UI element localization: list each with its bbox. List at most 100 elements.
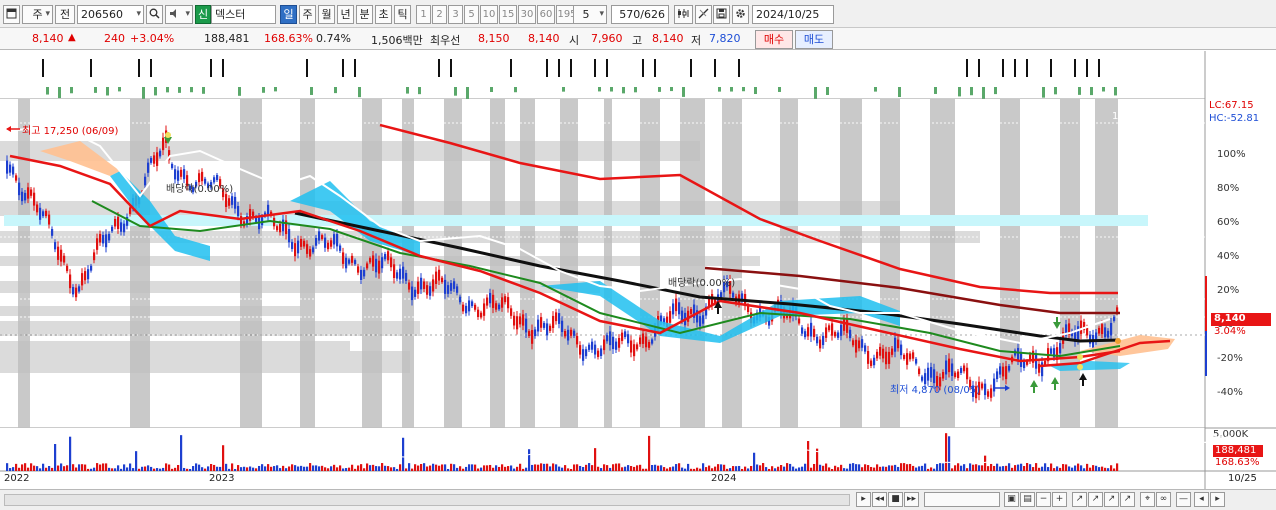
interval-tab[interactable]: 60 <box>537 5 555 24</box>
toolbar: 주 전 206560 신 덱스터 일주월년분초틱 123510153060195… <box>0 0 1276 28</box>
candle <box>462 304 465 312</box>
volume-bar <box>339 465 342 471</box>
candle <box>669 311 672 323</box>
candle <box>831 323 834 336</box>
link-icon[interactable]: ∞ <box>1156 492 1171 507</box>
candle <box>153 155 156 164</box>
collapse-icon[interactable]: — <box>1176 492 1191 507</box>
volume-bar <box>432 463 435 471</box>
candle <box>180 169 183 177</box>
scroll-left-icon[interactable]: ◂ <box>1194 492 1209 507</box>
horizontal-scrollbar[interactable] <box>4 494 850 506</box>
candle <box>675 298 678 312</box>
stock-code-input[interactable]: 206560 <box>77 5 144 24</box>
sound-icon[interactable] <box>165 5 193 24</box>
interval-tab[interactable]: 5 <box>464 5 479 24</box>
volume-bar <box>945 433 948 471</box>
search-icon[interactable] <box>146 5 163 24</box>
scroll-right-icon[interactable]: ▸ <box>856 492 871 507</box>
fast-forward-icon[interactable]: ▸▸ <box>904 492 919 507</box>
x-axis-label: 2022 <box>4 473 30 484</box>
stop-icon[interactable]: ■ <box>888 492 903 507</box>
stock-chart[interactable]: LC:67.15 HC:-52.81 최고 17,250 (06/09) 최저 … <box>0 51 1276 489</box>
period-tab[interactable]: 년 <box>337 5 354 24</box>
save-icon[interactable] <box>713 5 730 24</box>
window-icon[interactable] <box>3 5 20 24</box>
zoom-slider[interactable] <box>924 492 1000 507</box>
indicator-icon[interactable]: ↗ <box>1088 492 1103 507</box>
period-tab[interactable]: 분 <box>356 5 373 24</box>
candle <box>456 286 459 293</box>
layout-icon[interactable]: ▤ <box>1020 492 1035 507</box>
event-bar <box>598 87 601 92</box>
volume-bar <box>606 465 609 471</box>
event-marker <box>558 59 560 77</box>
volume-bar <box>288 466 291 471</box>
candle <box>18 182 21 196</box>
interval-tab[interactable]: 3 <box>448 5 463 24</box>
event-bar <box>634 87 637 93</box>
gear-icon[interactable] <box>732 5 749 24</box>
volume-bar <box>540 463 543 471</box>
period-tab[interactable]: 초 <box>375 5 392 24</box>
event-bar <box>94 87 97 93</box>
layout-icon[interactable]: ▣ <box>1004 492 1019 507</box>
candle <box>618 337 621 348</box>
volume-bar <box>435 464 438 471</box>
volume-bar <box>411 468 414 471</box>
volume-bar <box>783 466 786 471</box>
zoom-out-icon[interactable]: − <box>1036 492 1051 507</box>
volume-bar <box>426 466 429 471</box>
period-tab[interactable]: 주 <box>299 5 316 24</box>
rewind-icon[interactable]: ◂◂ <box>872 492 887 507</box>
event-marker <box>150 59 152 77</box>
event-bar <box>1102 87 1105 92</box>
chart-type-icon[interactable] <box>674 5 693 24</box>
period-label-button[interactable]: 전 <box>55 5 75 24</box>
indicator-icon[interactable]: ↗ <box>1104 492 1119 507</box>
volume-bar <box>813 463 816 471</box>
indicator-icon[interactable]: ↗ <box>1120 492 1135 507</box>
volume-bar <box>495 465 498 471</box>
candle <box>102 234 105 244</box>
period-tab[interactable]: 월 <box>318 5 335 24</box>
volume-bar <box>357 465 360 471</box>
market-type-select[interactable]: 주 <box>22 5 53 24</box>
volume-bar <box>777 466 780 471</box>
volume-bar <box>1059 467 1062 471</box>
interval-select[interactable]: 5 <box>573 5 607 24</box>
zoom-in-icon[interactable]: + <box>1052 492 1067 507</box>
interval-tab[interactable]: 10 <box>480 5 498 24</box>
volume-bar <box>462 468 465 471</box>
candle <box>45 210 48 217</box>
interval-tab[interactable]: 15 <box>499 5 517 24</box>
candle <box>120 222 123 232</box>
volume-bar <box>660 465 663 471</box>
interval-tab[interactable]: 2 <box>432 5 447 24</box>
count-display[interactable]: 570/626 <box>611 5 669 24</box>
date-field[interactable]: 2024/10/25 <box>752 5 834 24</box>
volume-bar <box>192 466 195 471</box>
candle <box>300 239 303 247</box>
drawing-tool-icon[interactable] <box>695 5 712 24</box>
candle <box>60 249 63 262</box>
volume-bar <box>153 468 156 471</box>
sell-button[interactable]: 매도 <box>795 30 833 49</box>
interval-tab[interactable]: 1 <box>416 5 431 24</box>
buy-button[interactable]: 매수 <box>755 30 793 49</box>
tool-icon[interactable]: ⌖ <box>1140 492 1155 507</box>
expand-icon[interactable]: ▸ <box>1210 492 1225 507</box>
period-tab[interactable]: 틱 <box>394 5 411 24</box>
indicator-icon[interactable]: ↗ <box>1072 492 1087 507</box>
chart-canvas[interactable] <box>0 51 1276 489</box>
period-tab[interactable]: 일 <box>280 5 297 24</box>
volume-bar <box>333 464 336 471</box>
volume-bar <box>939 463 942 471</box>
candle <box>867 351 870 364</box>
interval-tab[interactable]: 30 <box>518 5 536 24</box>
stock-name-field[interactable]: 덱스터 <box>211 5 276 24</box>
volume-bar <box>840 464 843 471</box>
candle <box>447 285 450 294</box>
event-bar <box>718 87 721 92</box>
candle <box>999 366 1002 375</box>
